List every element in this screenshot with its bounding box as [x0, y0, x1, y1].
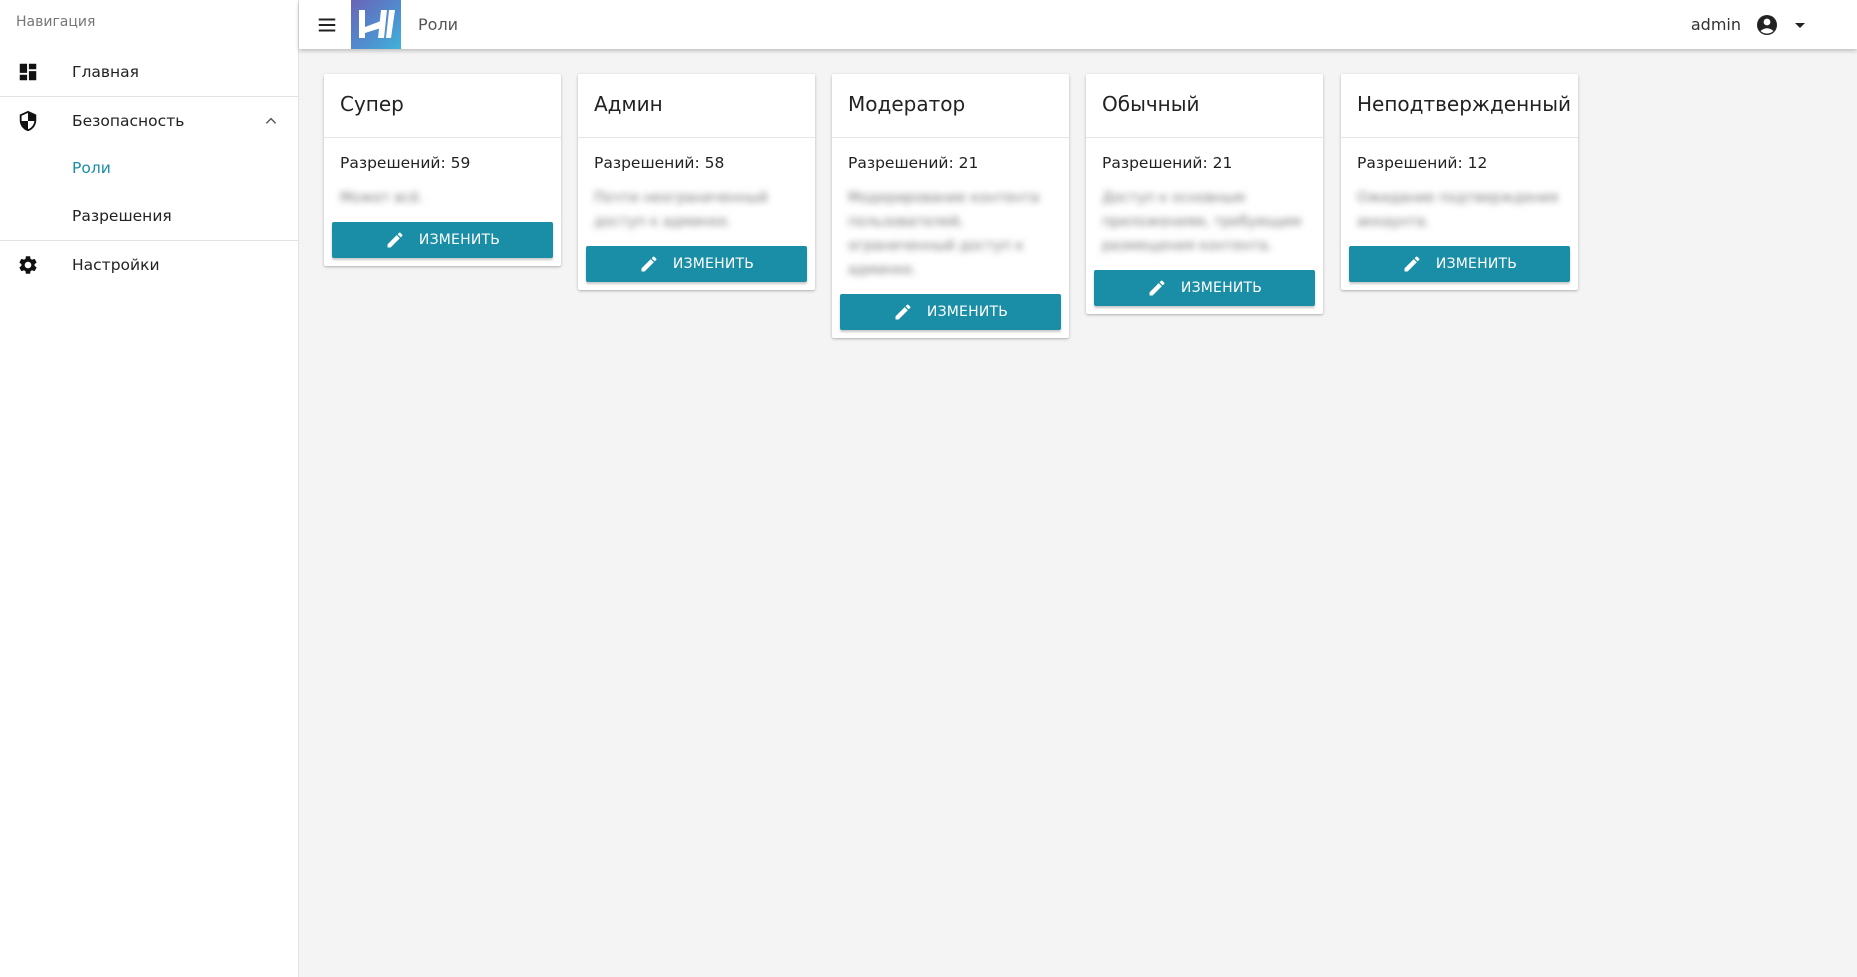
edit-button-label: ИЗМЕНИТЬ — [1435, 256, 1518, 272]
permission-count: Разрешений: 58 — [594, 154, 725, 172]
edit-button-label: ИЗМЕНИТЬ — [418, 232, 501, 248]
sidebar-item-roles[interactable]: Роли — [0, 144, 298, 191]
role-card: Админ Разрешений: 58 Почти неограниченны… — [578, 74, 815, 290]
role-description: Ожидание подтверждения аккаунта. — [1357, 190, 1559, 230]
pencil-icon — [895, 304, 911, 320]
logo-mark — [359, 10, 395, 38]
edit-button-label: ИЗМЕНИТЬ — [926, 304, 1009, 320]
role-name: Обычный — [1086, 74, 1323, 138]
edit-role-button[interactable]: ИЗМЕНИТЬ — [840, 294, 1061, 330]
role-name: Неподтвержденный — [1341, 74, 1578, 138]
sidebar-item-settings[interactable]: Настройки — [0, 241, 298, 288]
app-logo[interactable] — [351, 0, 401, 49]
role-name: Админ — [578, 74, 815, 138]
role-description: Может всё. — [340, 190, 424, 206]
sidebar-item-permissions[interactable]: Разрешения — [0, 192, 298, 239]
user-name: admin — [1690, 15, 1741, 34]
edit-role-button[interactable]: ИЗМЕНИТЬ — [586, 246, 807, 282]
account-circle-icon — [1757, 15, 1777, 35]
dashboard-icon — [19, 63, 37, 80]
sidebar-item-label: Главная — [72, 62, 139, 81]
pencil-icon — [641, 256, 657, 272]
permission-count: Разрешений: 21 — [1102, 154, 1233, 172]
caret-down-icon — [1795, 23, 1805, 28]
edit-button-label: ИЗМЕНИТЬ — [1180, 280, 1263, 296]
sidebar-item-label: Безопасность — [72, 111, 185, 130]
role-card: Обычный Разрешений: 21 Доступ к основным… — [1086, 74, 1323, 314]
menu-icon[interactable] — [316, 14, 338, 36]
sidebar-item-label: Роли — [72, 158, 111, 177]
role-card: Модератор Разрешений: 21 Модерирование к… — [832, 74, 1069, 338]
shield-icon — [19, 110, 37, 131]
role-name: Супер — [324, 74, 561, 138]
sidebar-item-home[interactable]: Главная — [0, 48, 298, 95]
role-card: Неподтвержденный Разрешений: 12 Ожидание… — [1341, 74, 1578, 290]
page-title: Роли — [418, 15, 459, 34]
sidebar-item-label: Настройки — [72, 255, 160, 274]
top-app-bar: Роли admin — [299, 0, 1857, 49]
permission-count: Разрешений: 21 — [848, 154, 979, 172]
chevron-up-icon[interactable] — [264, 114, 278, 128]
role-description: Модерирование контента пользователей, ог… — [848, 190, 1040, 278]
edit-role-button[interactable]: ИЗМЕНИТЬ — [1094, 270, 1315, 306]
sidebar-item-security[interactable]: Безопасность — [0, 97, 298, 144]
edit-role-button[interactable]: ИЗМЕНИТЬ — [1349, 246, 1570, 282]
gear-icon — [19, 255, 37, 274]
sidebar-item-label: Разрешения — [72, 206, 172, 225]
nav-heading: Навигация — [16, 14, 96, 30]
edit-role-button[interactable]: ИЗМЕНИТЬ — [332, 222, 553, 258]
pencil-icon — [1149, 280, 1165, 296]
role-description: Доступ к основным приложениям, требующим… — [1102, 190, 1302, 254]
permission-count: Разрешений: 12 — [1357, 154, 1488, 172]
account-menu-button[interactable] — [1755, 12, 1809, 38]
permission-count: Разрешений: 59 — [340, 154, 471, 172]
sidebar: Навигация Главная Безопасность Роли Разр… — [0, 0, 299, 977]
edit-button-label: ИЗМЕНИТЬ — [672, 256, 755, 272]
pencil-icon — [1404, 256, 1420, 272]
role-card: Супер Разрешений: 59 Может всё. ИЗМЕНИТЬ — [324, 74, 561, 266]
pencil-icon — [387, 232, 403, 248]
role-description: Почти неограниченный доступ к админке. — [594, 190, 768, 230]
role-name: Модератор — [832, 74, 1069, 138]
